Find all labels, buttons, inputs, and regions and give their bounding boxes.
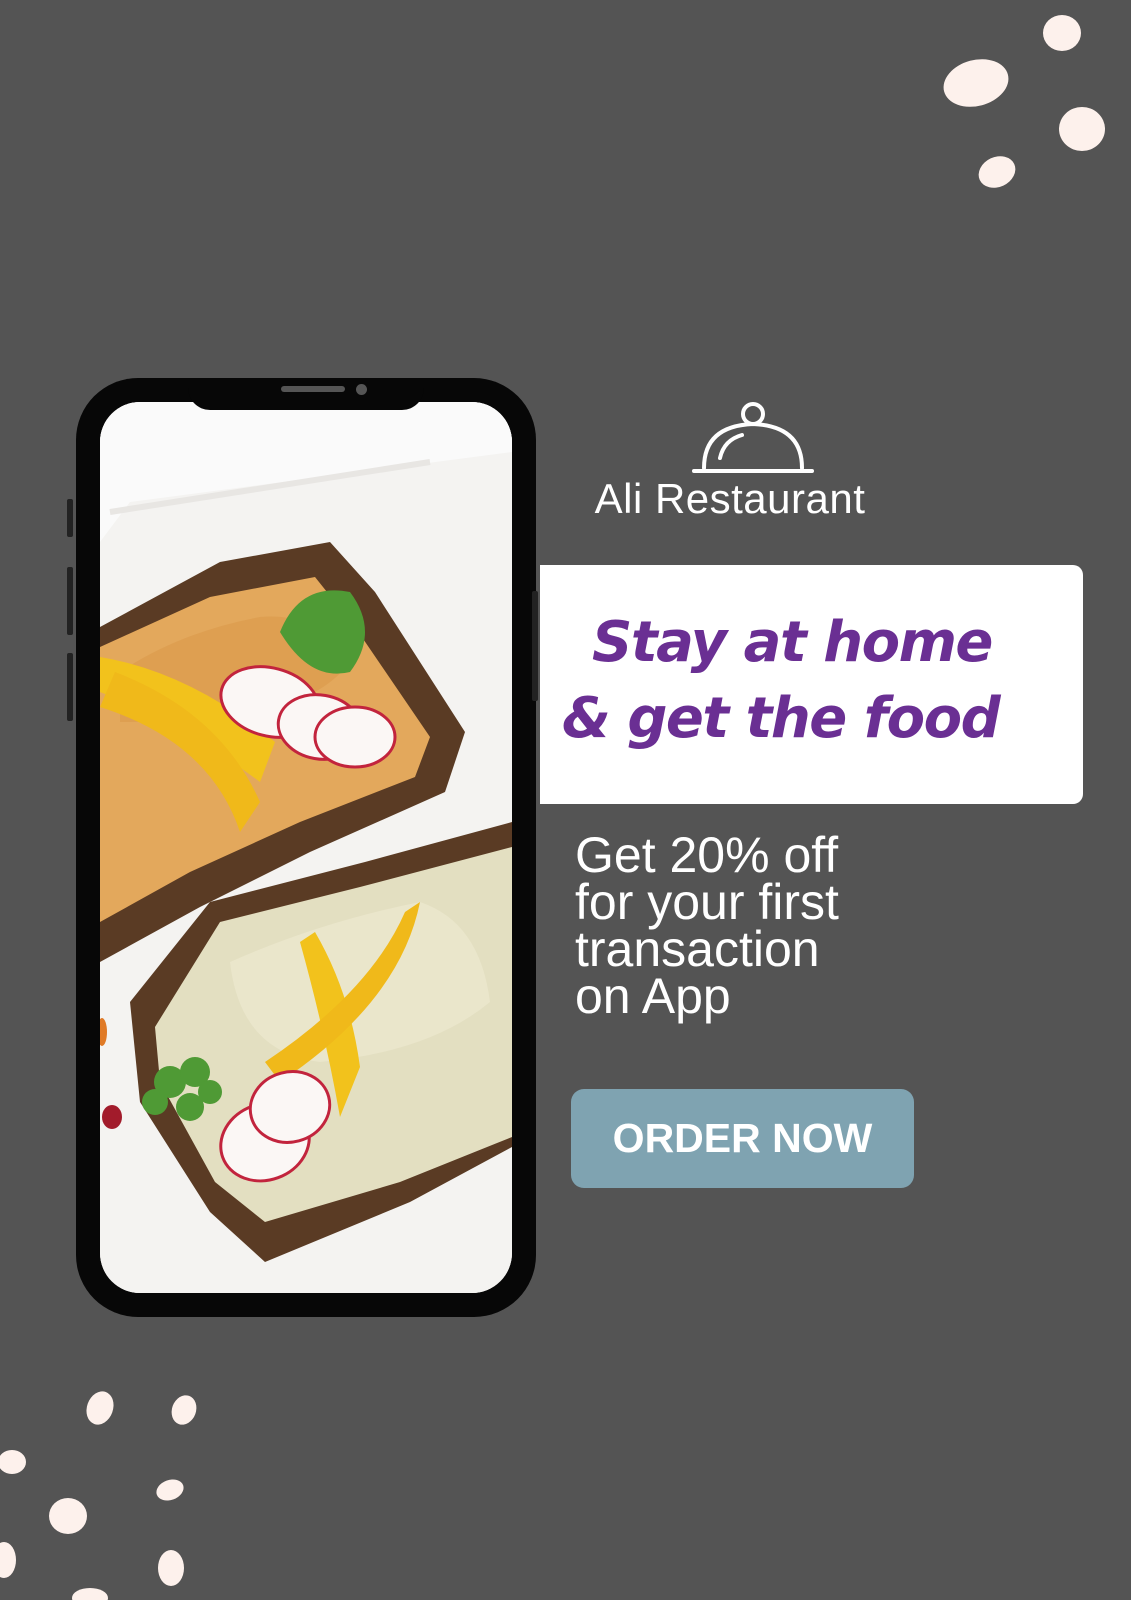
phone-screen xyxy=(100,402,512,1293)
phone-volume-down-button xyxy=(67,653,73,721)
cloche-icon xyxy=(692,402,814,473)
phone-speaker xyxy=(281,386,345,392)
headline-banner: Stay at home & get the food xyxy=(540,565,1083,804)
offer-line-3: transaction xyxy=(575,921,820,977)
offer-line-4: on App xyxy=(575,968,731,1024)
phone-camera xyxy=(356,384,367,395)
headline: Stay at home & get the food xyxy=(562,605,1062,757)
offer-line-1: Get 20% off xyxy=(575,827,839,883)
offer-line-2: for your first xyxy=(575,874,839,930)
order-now-button[interactable]: ORDER NOW xyxy=(571,1089,914,1188)
phone-notch xyxy=(188,378,424,410)
phone-mockup xyxy=(67,378,538,1317)
offer-text: Get 20% off for your first transaction o… xyxy=(575,827,975,1024)
restaurant-name: Ali Restaurant xyxy=(594,475,866,522)
phone-power-button xyxy=(532,591,538,701)
phone-side-button xyxy=(67,499,73,537)
headline-line-2: & get the food xyxy=(562,686,1001,751)
promo-poster: Ali Restaurant Stay at home & get the fo… xyxy=(0,0,1131,1600)
phone-volume-up-button xyxy=(67,567,73,635)
headline-line-1: Stay at home xyxy=(592,610,993,675)
food-photo xyxy=(100,402,512,1293)
